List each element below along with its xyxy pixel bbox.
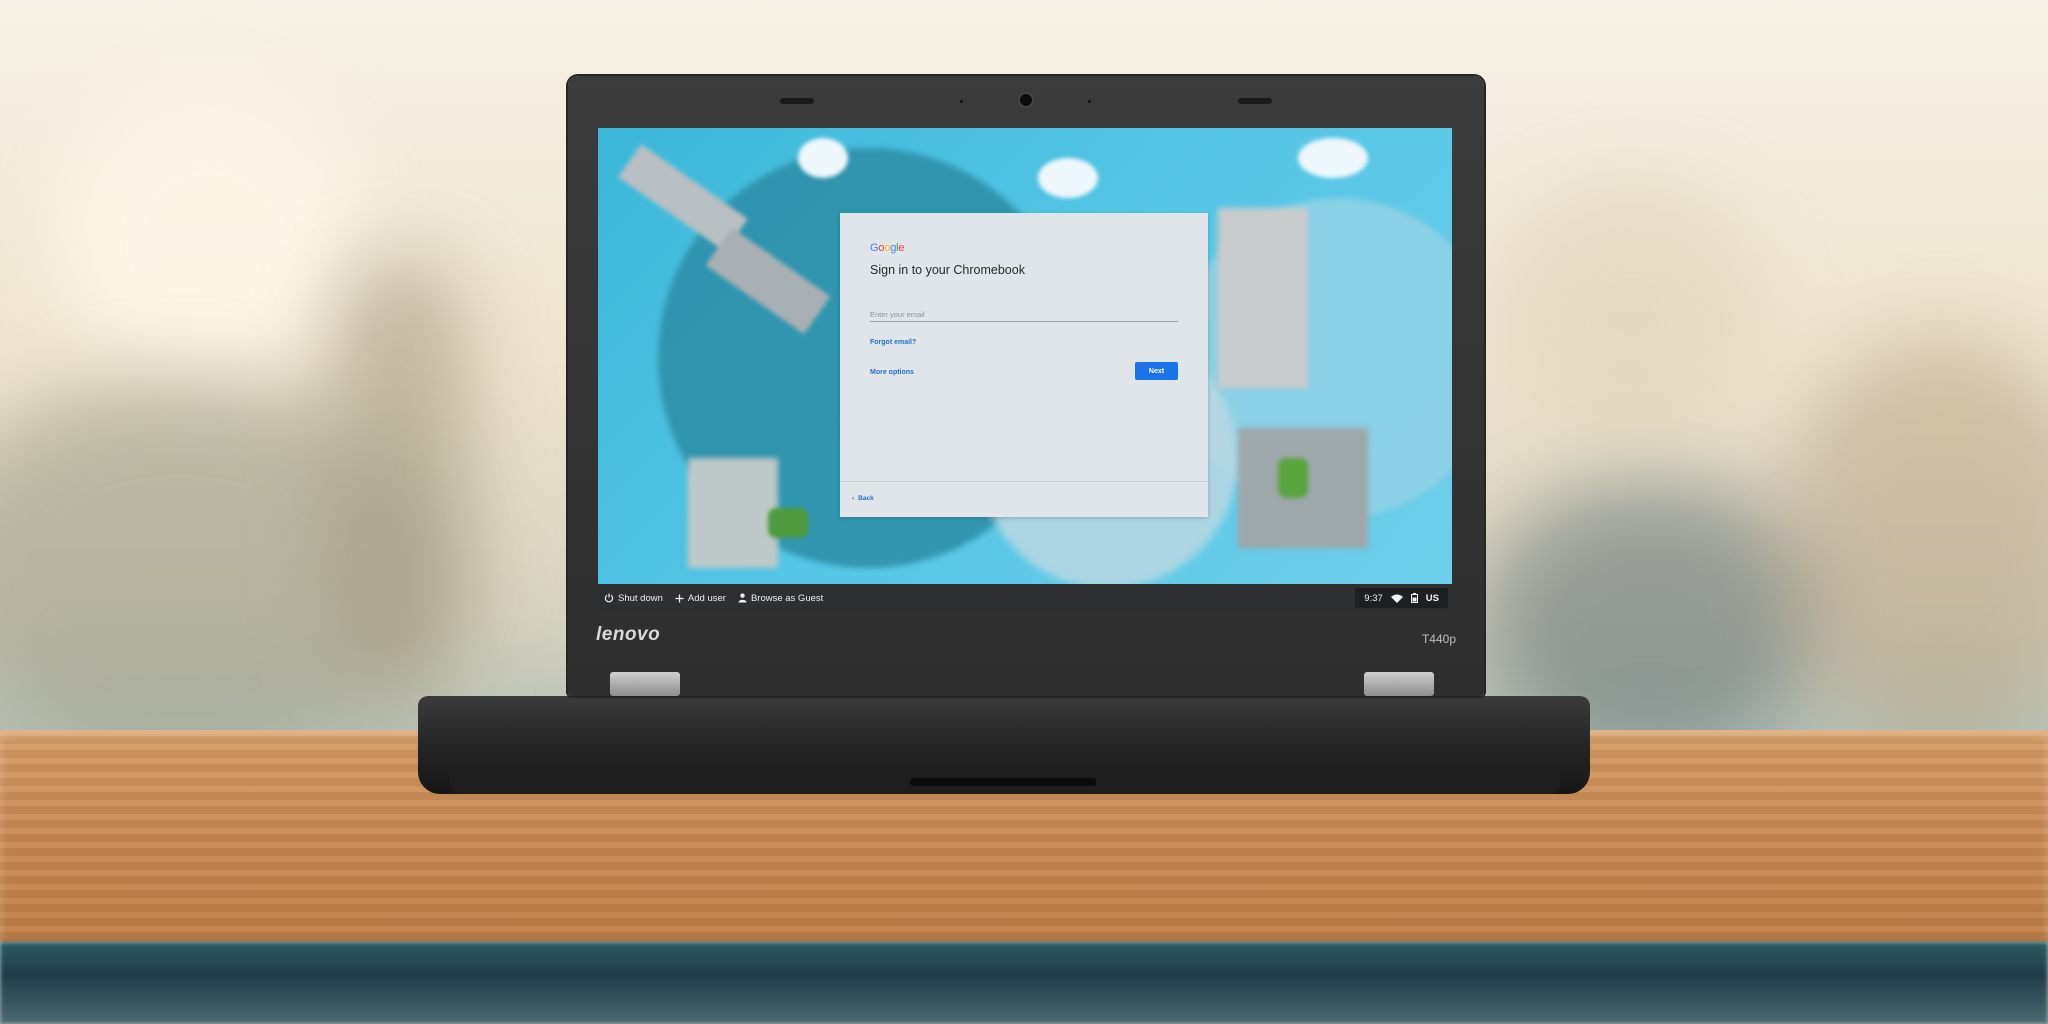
laptop-notch	[910, 778, 1096, 786]
battery-icon	[1410, 593, 1418, 603]
wallpaper-shape	[768, 508, 808, 538]
signin-title: Sign in to your Chromebook	[870, 263, 1025, 277]
email-field[interactable]	[870, 307, 1178, 322]
back-button[interactable]: ‹ Back	[852, 495, 874, 502]
hinge	[1364, 672, 1434, 696]
shelf: Shut down Add user Browse as Guest 9:37	[598, 584, 1452, 612]
wallpaper-shape	[1278, 458, 1308, 498]
speaker-grille	[780, 98, 814, 104]
browse-as-guest-button[interactable]: Browse as Guest	[738, 593, 823, 604]
forgot-email-link[interactable]: Forgot email?	[870, 339, 916, 346]
shutdown-button[interactable]: Shut down	[604, 593, 663, 604]
guest-label: Browse as Guest	[750, 592, 824, 604]
brand-logo: lenovo	[596, 624, 661, 645]
signin-dialog: Google Sign in to your Chromebook Forgot…	[840, 213, 1208, 517]
wallpaper-shape	[1218, 208, 1308, 388]
power-icon	[604, 593, 614, 603]
plus-icon	[675, 594, 684, 602]
photo-scene: lenovo T440p Google Sign in to your Chro…	[0, 0, 2048, 1024]
wallpaper-shape	[688, 458, 778, 568]
add-user-label: Add user	[687, 592, 726, 604]
table-front-blur	[0, 942, 2048, 1024]
indicator-dot	[960, 100, 963, 103]
webcam-icon	[1020, 94, 1032, 106]
divider	[840, 481, 1208, 482]
chevron-left-icon: ‹	[852, 495, 855, 502]
background-blur	[1780, 330, 2048, 750]
indicator-dot	[1088, 100, 1091, 103]
background-blur	[60, 90, 360, 390]
status-tray[interactable]: 9:37 US	[1355, 588, 1448, 608]
next-button[interactable]: Next	[1135, 362, 1178, 380]
shutdown-label: Shut down	[618, 592, 663, 604]
wifi-icon	[1390, 594, 1403, 603]
wallpaper: Google Sign in to your Chromebook Forgot…	[598, 128, 1452, 584]
speaker-grille	[1238, 98, 1272, 104]
add-user-button[interactable]: Add user	[675, 593, 726, 604]
background-blur	[1500, 180, 1760, 440]
laptop-screen: Google Sign in to your Chromebook Forgot…	[598, 128, 1452, 612]
wallpaper-shape	[798, 138, 848, 178]
wallpaper-shape	[1298, 138, 1368, 178]
model-label: T440p	[1421, 632, 1456, 646]
wallpaper-shape	[1038, 158, 1098, 198]
more-options-link[interactable]: More options	[870, 369, 914, 376]
hinge	[610, 672, 680, 696]
background-blur	[330, 260, 470, 700]
person-icon	[738, 593, 747, 603]
language-indicator: US	[1425, 592, 1439, 604]
google-logo: Google	[870, 242, 905, 254]
clock: 9:37	[1364, 592, 1383, 604]
back-label: Back	[858, 495, 874, 502]
